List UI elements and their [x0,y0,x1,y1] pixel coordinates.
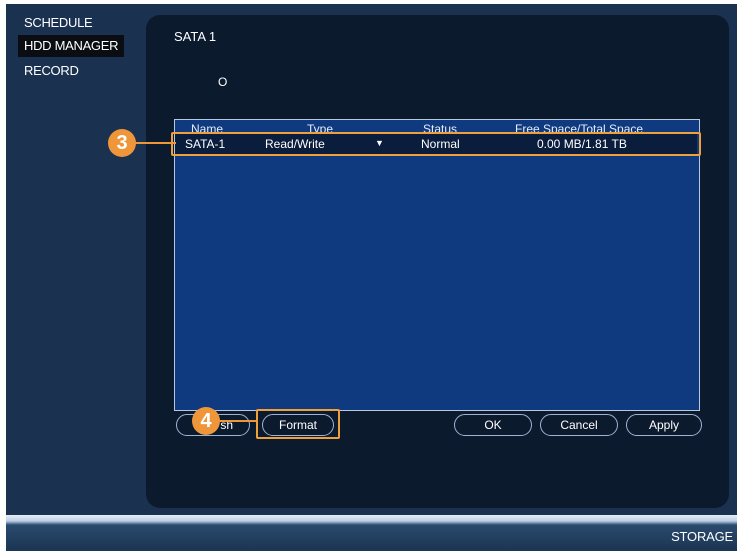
sidebar-item-hdd-manager[interactable]: HDD MANAGER [18,35,125,57]
ok-button[interactable]: OK [454,414,532,436]
callout-3-leader [134,142,176,144]
callout-3-badge: 3 [108,129,136,157]
cancel-button[interactable]: Cancel [540,414,618,436]
disk-radio[interactable]: O [218,75,227,89]
row-highlight-box [171,132,701,156]
hdd-table: Name Type Status Free Space/Total Space … [171,119,701,411]
format-highlight-box [256,409,340,439]
callout-4-leader [216,420,256,422]
sidebar-item-record[interactable]: RECORD [18,60,85,82]
disk-title: SATA 1 [174,29,217,44]
status-bar: STORAGE [6,515,737,551]
hdd-manager-panel: SATA 1 O Name Type Status Free Space/Tot… [146,15,729,508]
sidebar-item-schedule[interactable]: SCHEDULE [18,12,98,34]
status-label: STORAGE [671,529,733,544]
callout-4-badge: 4 [192,407,220,435]
dvr-window: SCHEDULE HDD MANAGER RECORD SATA 1 O Nam… [6,4,737,551]
apply-button[interactable]: Apply [626,414,702,436]
